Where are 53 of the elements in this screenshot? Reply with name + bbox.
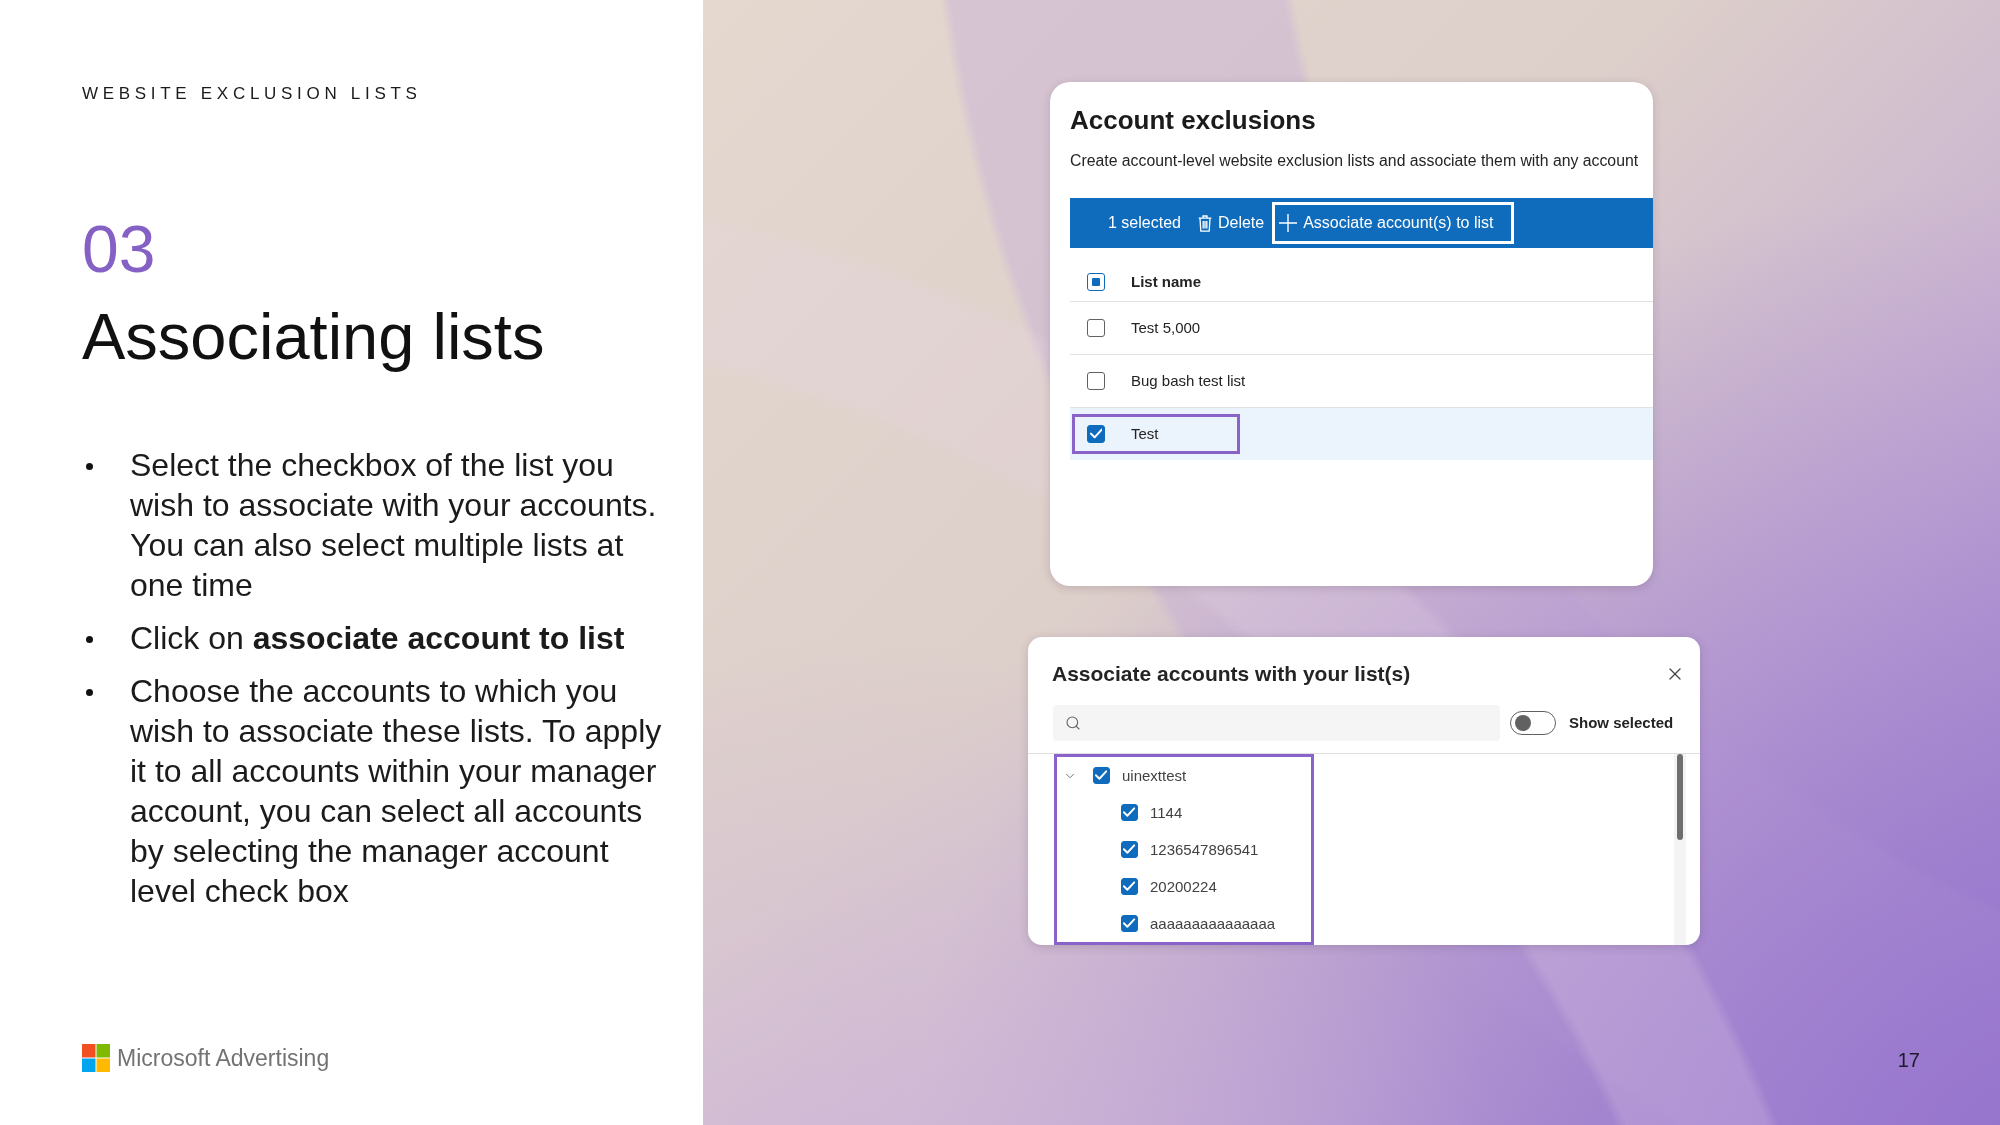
checkmark-icon (1123, 917, 1136, 930)
slide-title: Associating lists (82, 301, 545, 373)
scrollbar[interactable] (1674, 754, 1686, 945)
checkmark-icon (1123, 843, 1136, 856)
card-description: Create account-level website exclusion lists and associate them with any account (1070, 151, 1640, 171)
delete-button[interactable]: Delete (1195, 202, 1267, 244)
list-name: Test 5,000 (1131, 318, 1201, 338)
trash-icon (1197, 214, 1212, 232)
list-name: Test (1131, 423, 1159, 444)
bullet-text: Click on associate account to list (130, 619, 626, 658)
account-name: uinexttest (1122, 765, 1187, 786)
tree-checkbox[interactable] (1121, 915, 1138, 932)
dialog-title: Associate accounts with your list(s) (1052, 661, 1411, 687)
bullet-text: Choose the accounts to which you wish to associate these lists. To apply it to all accounts within your manager account, you can select all accounts by selecting the manager account level check box (130, 672, 663, 911)
logo-text: Microsoft Advertising (117, 1044, 330, 1072)
plus-icon (1278, 213, 1299, 233)
bullet-icon (86, 689, 93, 696)
toggle-label: Show selected (1569, 713, 1674, 733)
tree-checkbox[interactable] (1093, 767, 1110, 784)
four-squares-logo-icon (82, 1044, 110, 1072)
checkmark-icon (1123, 880, 1136, 893)
bullet-icon (86, 463, 93, 470)
section-label: WEBSITE EXCLUSION LISTS (82, 84, 422, 104)
tree-checkbox[interactable] (1121, 878, 1138, 895)
column-header: List name (1131, 271, 1202, 292)
show-selected-toggle[interactable] (1510, 711, 1556, 735)
filled-square-icon (1092, 277, 1100, 286)
page-number: 17 (1897, 1048, 1920, 1072)
account-name: 1236547896541 (1150, 839, 1259, 860)
list-name: Bug bash test list (1131, 371, 1246, 391)
section-number: 03 (82, 213, 156, 285)
search-icon (1065, 715, 1081, 731)
select-all-checkbox[interactable] (1087, 272, 1105, 291)
list-row[interactable]: Test (1070, 408, 1653, 460)
tree-checkbox[interactable] (1121, 841, 1138, 858)
bullet-icon (86, 636, 93, 643)
list-row[interactable]: Test 5,000 (1070, 302, 1653, 355)
checkmark-icon (1123, 806, 1136, 819)
row-checkbox[interactable] (1087, 424, 1105, 443)
selection-count: 1 selected (1108, 213, 1181, 233)
checkmark-icon (1089, 427, 1103, 440)
scrollbar-thumb[interactable] (1677, 754, 1683, 840)
row-checkbox[interactable] (1087, 372, 1105, 390)
card-title: Account exclusions (1070, 104, 1317, 136)
account-name: 1144 (1150, 802, 1183, 823)
account-name: aaaaaaaaaaaaaaa (1150, 913, 1276, 934)
account-name: 20200224 (1150, 876, 1217, 897)
bullet-text: Select the checkbox of the list you wish to associate with your accounts. You can also select multiple lists at one time (130, 446, 658, 605)
search-field[interactable] (1053, 705, 1500, 741)
tree-checkbox[interactable] (1121, 804, 1138, 821)
row-checkbox[interactable] (1087, 319, 1105, 337)
checkmark-icon (1095, 769, 1108, 782)
associate-button[interactable]: Associate account(s) to list (1272, 202, 1515, 244)
